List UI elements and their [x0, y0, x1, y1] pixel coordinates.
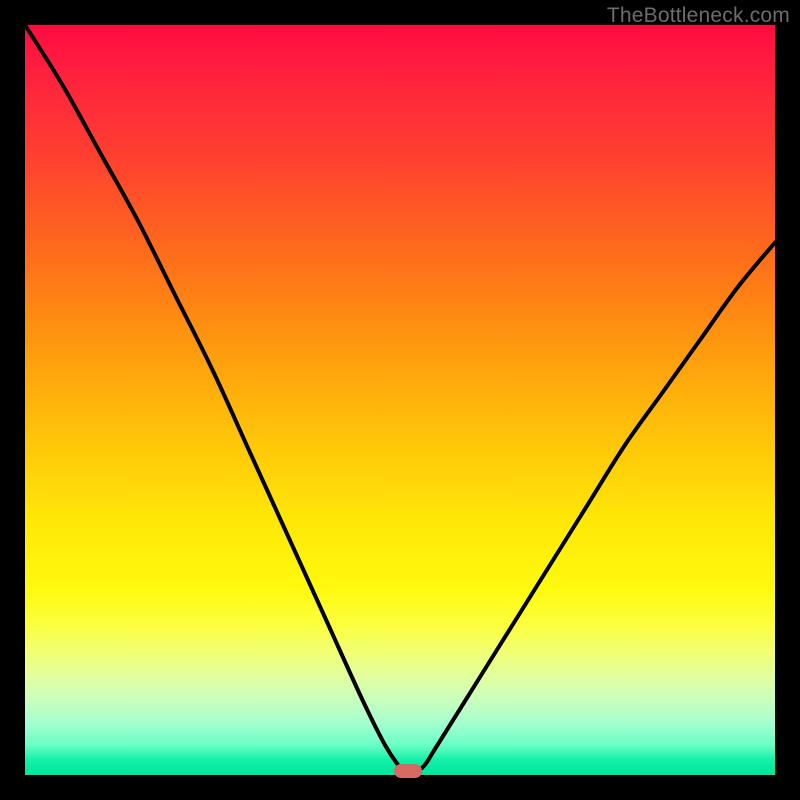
chart-frame: TheBottleneck.com — [0, 0, 800, 800]
bottleneck-curve — [25, 25, 775, 775]
plot-area — [25, 25, 775, 775]
optimal-point-marker — [394, 764, 422, 778]
watermark-text: TheBottleneck.com — [607, 4, 790, 28]
